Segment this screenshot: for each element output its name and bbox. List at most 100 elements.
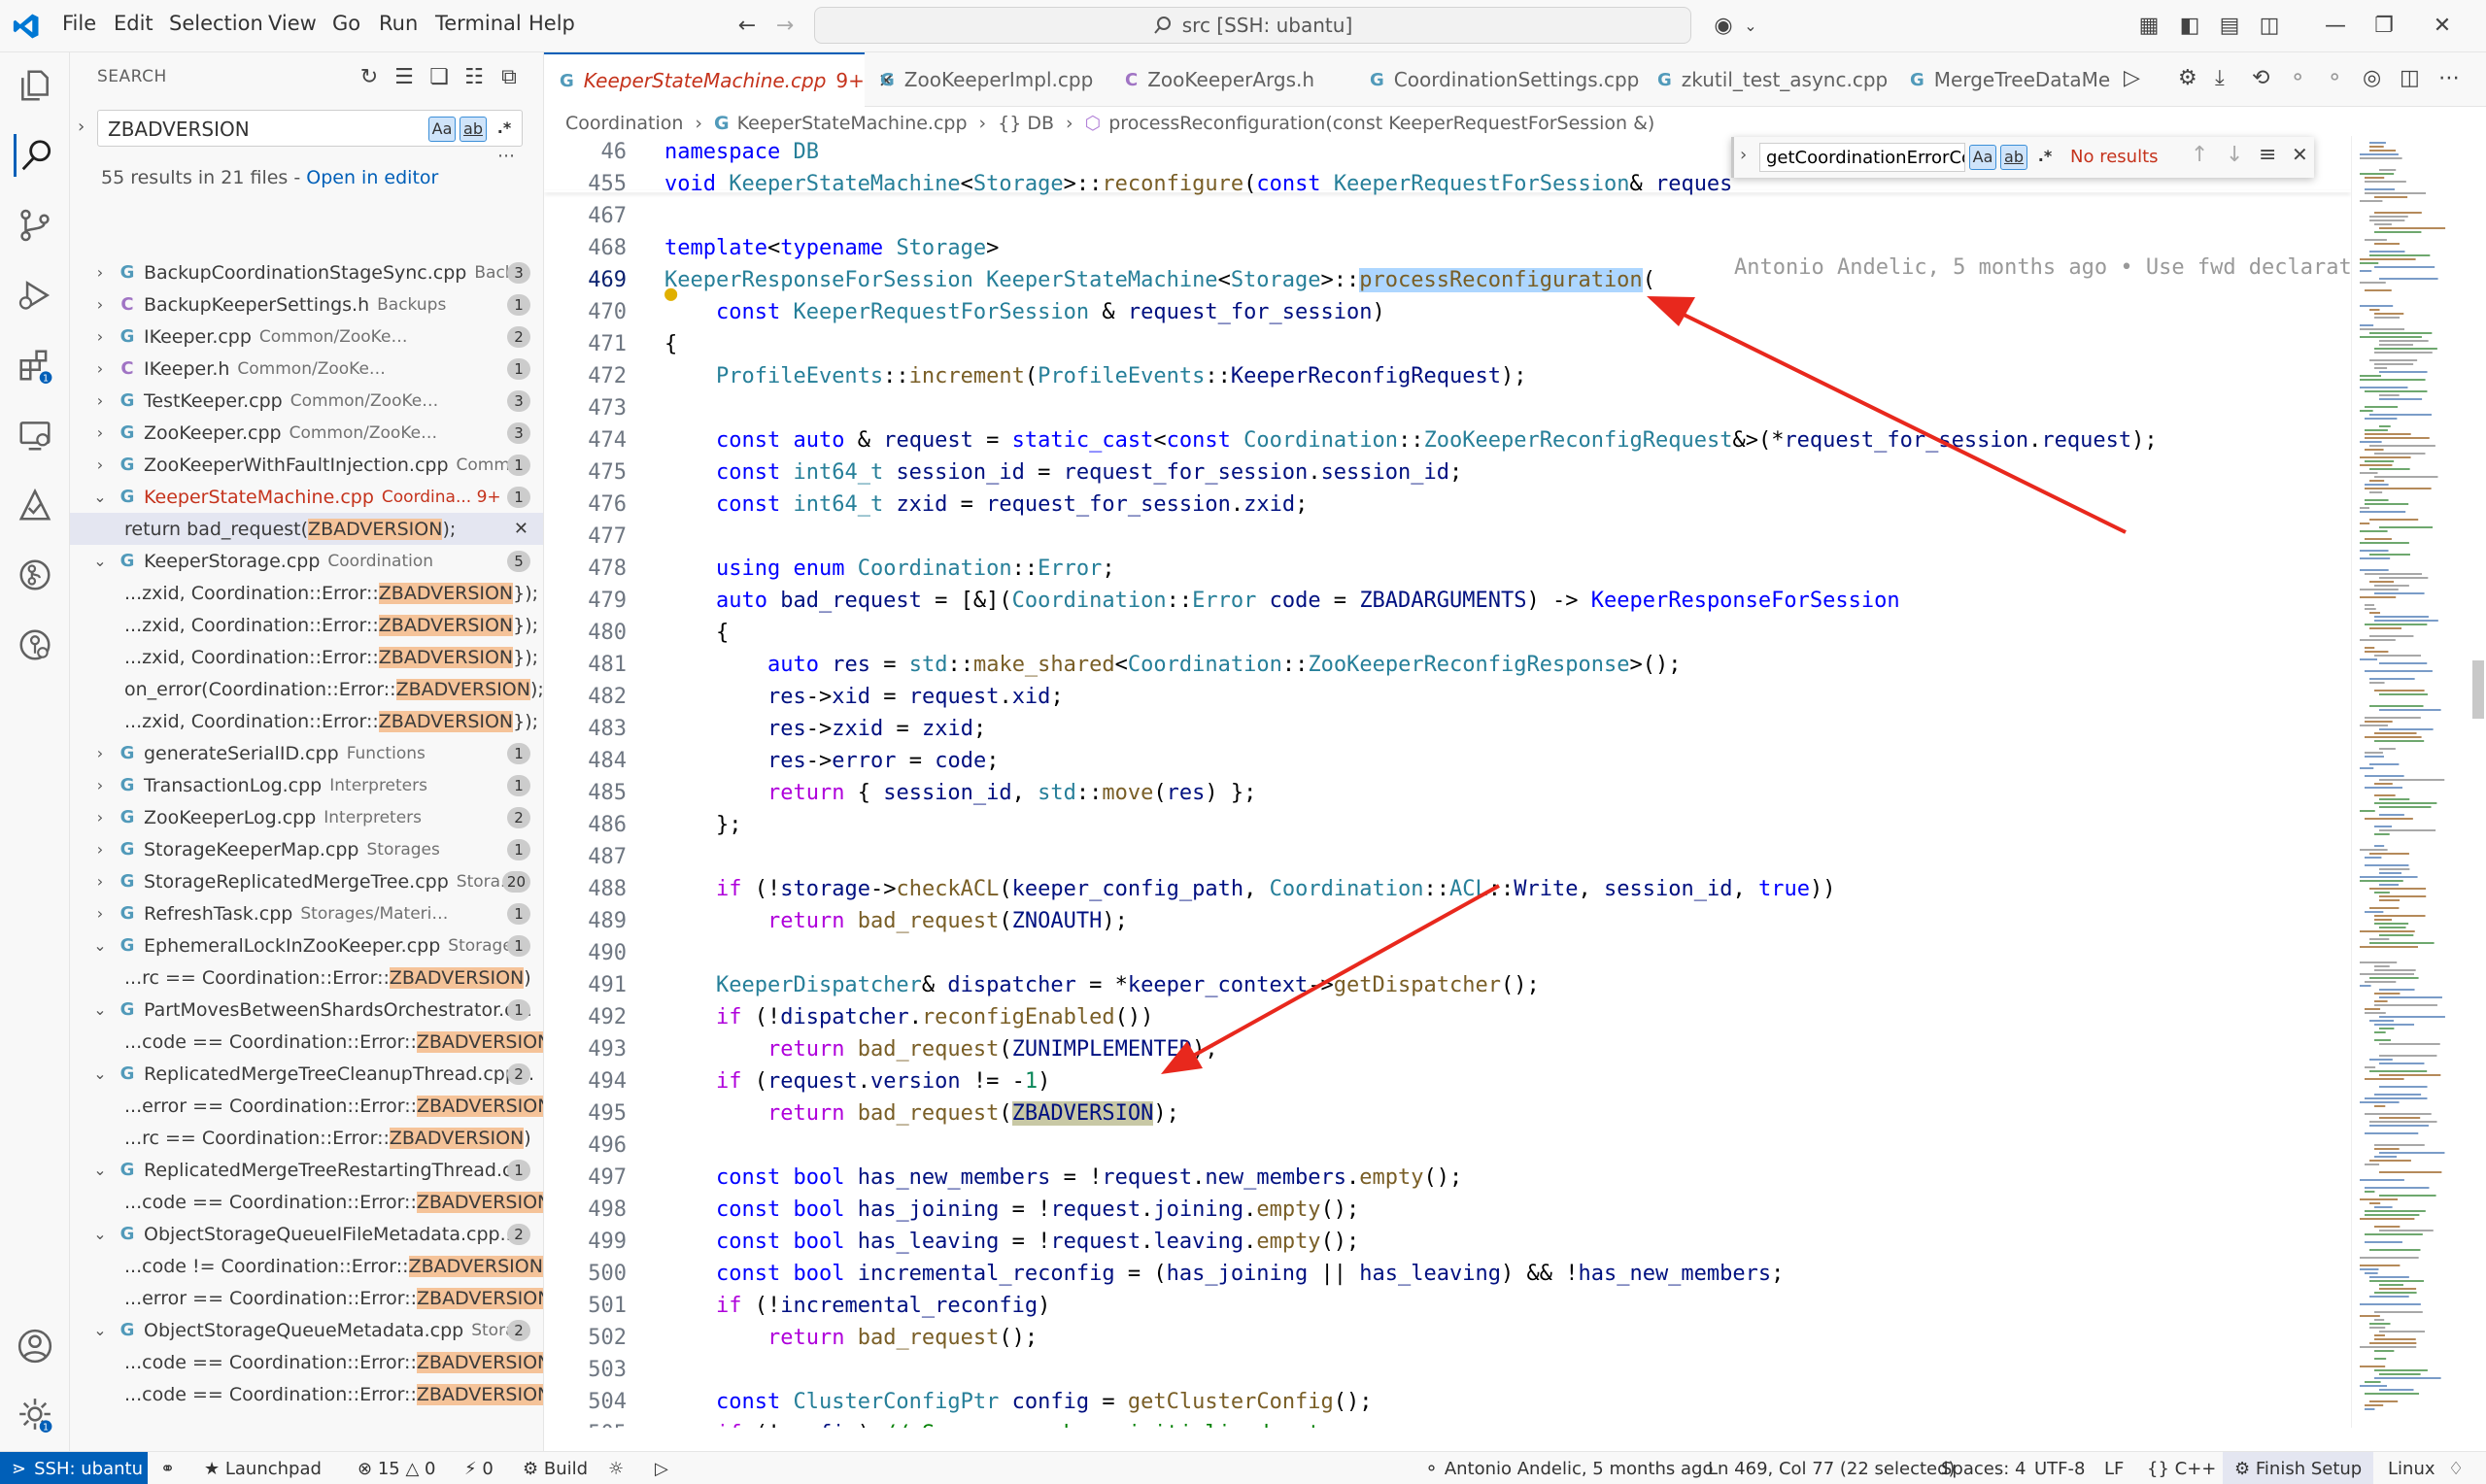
- cursor-position[interactable]: Ln 469, Col 77 (22 selected): [1708, 1459, 1956, 1479]
- toggle-replace-icon[interactable]: ›: [1740, 145, 1747, 165]
- manage-gear-icon[interactable]: 1: [14, 1393, 56, 1435]
- use-regex-toggle[interactable]: .*: [491, 117, 518, 142]
- git-graph-icon[interactable]: [14, 554, 56, 596]
- more-actions-icon[interactable]: ⋯: [2438, 66, 2460, 90]
- tab-keeperstatemachine[interactable]: G KeeperStateMachine.cpp 9+ ✕: [544, 52, 895, 107]
- search-result-match[interactable]: ...rc == Coordination::Error::ZBADVERSIO…: [70, 1122, 543, 1154]
- find-regex-toggle[interactable]: .*: [2031, 145, 2059, 170]
- chevron-right-icon[interactable]: ›: [91, 840, 109, 859]
- collapse-all-icon[interactable]: ⧉: [495, 64, 523, 91]
- code-editor[interactable]: 46 namespace DB 455 void KeeperStateMachine…: [544, 136, 2351, 1428]
- extensions-icon[interactable]: 1: [14, 344, 56, 387]
- encoding[interactable]: UTF-8: [2034, 1459, 2085, 1479]
- chevron-right-icon[interactable]: ›: [91, 327, 109, 346]
- search-result-file[interactable]: ⌄ G ObjectStorageQueueMetadata.cpp Stora...…: [70, 1314, 543, 1346]
- search-result-file[interactable]: ⌄ G KeeperStateMachine.cpp Coordina... 9+ 1: [70, 481, 543, 513]
- search-result-file[interactable]: ⌄ G KeeperStorage.cpp Coordination 5: [70, 545, 543, 577]
- search-result-match[interactable]: ...code == Coordination::Error::ZBADVERS…: [70, 1346, 543, 1378]
- search-result-match[interactable]: ...zxid, Coordination::Error::ZBADVERSIO…: [70, 705, 543, 737]
- search-result-match[interactable]: ...code == Coordination::Error::ZBADVERS…: [70, 1378, 543, 1410]
- menu-terminal[interactable]: Terminal: [435, 12, 522, 35]
- end-of-line[interactable]: LF: [2104, 1459, 2124, 1479]
- search-result-file[interactable]: ⌄ G PartMovesBetweenShardsOrchestrator.c..…: [70, 994, 543, 1026]
- search-result-match[interactable]: ...rc == Coordination::Error::ZBADVERSIO…: [70, 961, 543, 994]
- split-editor-icon[interactable]: ◫: [2400, 66, 2420, 90]
- testing-icon[interactable]: [14, 484, 56, 526]
- chevron-right-icon[interactable]: ›: [91, 455, 109, 474]
- git-next-icon[interactable]: ⚬: [2326, 66, 2343, 90]
- language-mode[interactable]: {} C++: [2147, 1459, 2216, 1479]
- restore-icon[interactable]: ❐: [2370, 13, 2398, 40]
- search-result-file[interactable]: ⌄ G ReplicatedMergeTreeCleanupThread.cpp..…: [70, 1058, 543, 1090]
- search-result-file[interactable]: ⌄ G ReplicatedMergeTreeRestartingThread.c.…: [70, 1154, 543, 1186]
- search-result-file[interactable]: › G ZooKeeperLog.cpp Interpreters 2: [70, 801, 543, 833]
- view-as-tree-icon[interactable]: ☷: [460, 64, 488, 91]
- chevron-down-icon[interactable]: ⌄: [91, 1064, 109, 1083]
- menu-help[interactable]: Help: [528, 12, 575, 35]
- chevron-right-icon[interactable]: ›: [91, 872, 109, 891]
- chevron-right-icon[interactable]: ›: [91, 904, 109, 923]
- search-icon[interactable]: [14, 134, 56, 177]
- menu-edit[interactable]: Edit: [114, 12, 153, 35]
- open-changes-icon[interactable]: ◎: [2363, 66, 2381, 90]
- chevron-down-icon[interactable]: ⌄: [91, 936, 109, 955]
- toggle-replace-chevron-icon[interactable]: ›: [78, 117, 85, 137]
- breadcrumb-file[interactable]: KeeperStateMachine.cpp: [737, 113, 968, 134]
- chevron-down-icon[interactable]: ⌄: [91, 1225, 109, 1243]
- breadcrumb-folder[interactable]: Coordination: [565, 113, 683, 134]
- toggle-sidebar-icon[interactable]: ◧: [2176, 13, 2203, 40]
- find-input[interactable]: [1759, 143, 1965, 172]
- search-result-file[interactable]: ⌄ G EphemeralLockInZooKeeper.cpp Storage...…: [70, 929, 543, 961]
- tab-mergetreedata[interactable]: G MergeTreeDataMe: [1894, 52, 2128, 107]
- git-prev-icon[interactable]: ⚬: [2289, 66, 2306, 90]
- search-result-match[interactable]: ...zxid, Coordination::Error::ZBADVERSIO…: [70, 609, 543, 641]
- clear-results-icon[interactable]: ☰: [391, 64, 418, 91]
- search-result-file[interactable]: › G BackupCoordinationStageSync.cpp Back...…: [70, 256, 543, 288]
- search-result-file[interactable]: ⌄ G ObjectStorageQueueIFileMetadata.cpp...…: [70, 1218, 543, 1250]
- find-whole-word-toggle[interactable]: ab: [2000, 145, 2027, 170]
- search-result-file[interactable]: › GgenerateSerialID.cpp Functions 1: [70, 737, 543, 769]
- git-history-icon[interactable]: ⟲: [2252, 66, 2269, 90]
- match-case-toggle[interactable]: Aa: [428, 117, 456, 142]
- run-status-icon[interactable]: ▷: [655, 1459, 668, 1479]
- toggle-panel-icon[interactable]: ▤: [2216, 13, 2243, 40]
- problems-status[interactable]: ⊗ 15 △ 0: [358, 1459, 435, 1479]
- chevron-down-icon[interactable]: ⌄: [91, 552, 109, 570]
- copilot-icon[interactable]: ◉: [1710, 13, 1737, 40]
- remote-explorer-icon[interactable]: [14, 414, 56, 456]
- search-result-file[interactable]: › G TransactionLog.cpp Interpreters 1: [70, 769, 543, 801]
- chevron-right-icon[interactable]: ›: [91, 808, 109, 826]
- menu-run[interactable]: Run: [379, 12, 418, 35]
- open-in-editor-link[interactable]: Open in editor: [306, 167, 438, 188]
- next-match-icon[interactable]: ↓: [2226, 143, 2243, 167]
- search-result-file[interactable]: › C BackupKeeperSettings.h Backups 1: [70, 288, 543, 320]
- match-whole-word-toggle[interactable]: ab: [460, 117, 487, 142]
- minimap[interactable]: [2351, 136, 2486, 1428]
- new-search-editor-icon[interactable]: ❏: [426, 64, 453, 91]
- chevron-right-icon[interactable]: ›: [91, 391, 109, 410]
- customize-layout-icon[interactable]: ▦: [2135, 13, 2162, 40]
- menu-selection[interactable]: Selection: [169, 12, 263, 35]
- build-status[interactable]: ⚙ Build: [523, 1459, 588, 1479]
- search-result-match[interactable]: ...code == Coordination::Error::ZBADVERS…: [70, 1026, 543, 1058]
- search-result-file[interactable]: › G StorageReplicatedMergeTree.cpp Stora...…: [70, 865, 543, 897]
- accounts-icon[interactable]: [14, 1325, 56, 1367]
- finish-setup-button[interactable]: ⚙ Finish Setup: [2223, 1452, 2374, 1484]
- chevron-down-icon[interactable]: ⌄: [91, 1321, 109, 1339]
- tab-zookeeperargs[interactable]: C ZooKeeperArgs.h: [1109, 52, 1354, 107]
- chevron-right-icon[interactable]: ›: [91, 776, 109, 794]
- tab-zkutil-test-async[interactable]: Gzkutil_test_async.cpp: [1642, 52, 1894, 107]
- search-result-match[interactable]: ...error == Coordination::Error::ZBADVER…: [70, 1282, 543, 1314]
- tab-coordinationsettings[interactable]: G CoordinationSettings.cpp: [1354, 52, 1642, 107]
- debug-settings-icon[interactable]: ☼: [608, 1459, 624, 1479]
- tab-zookeeperimpl[interactable]: G ZooKeeperImpl.cpp: [865, 52, 1109, 107]
- lightbulb-icon[interactable]: ●: [664, 282, 677, 306]
- menu-view[interactable]: View: [268, 12, 317, 35]
- find-match-case-toggle[interactable]: Aa: [1969, 145, 1996, 170]
- source-control-icon[interactable]: [14, 204, 56, 247]
- refresh-icon[interactable]: ↻: [356, 64, 383, 91]
- source-control-status-icon[interactable]: ⚭: [160, 1459, 175, 1479]
- save-all-icon[interactable]: ⤓: [2215, 66, 2225, 90]
- search-input[interactable]: [108, 117, 399, 142]
- notifications-bell-icon[interactable]: ♢: [2448, 1459, 2464, 1479]
